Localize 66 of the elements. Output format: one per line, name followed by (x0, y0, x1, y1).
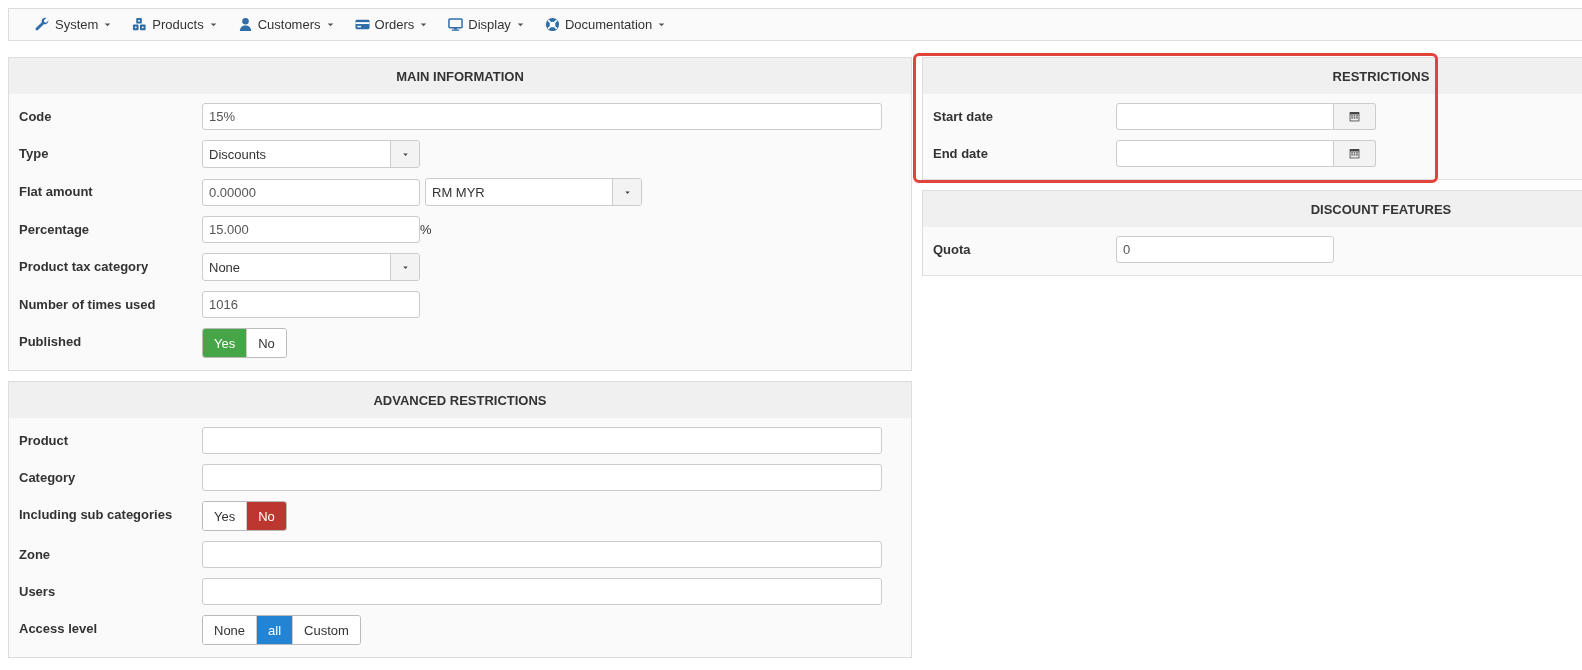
menu-item[interactable]: Display (448, 17, 525, 32)
field-label: Type (19, 145, 50, 161)
field-label: Start date (933, 108, 994, 124)
input-field[interactable] (202, 578, 882, 605)
caret-icon (325, 20, 335, 29)
toggle-option[interactable]: No (247, 502, 286, 530)
menu-item[interactable]: Customers (237, 17, 335, 32)
field-label: Users (19, 583, 57, 599)
calendar-icon (1348, 147, 1361, 160)
field-label: Product (19, 432, 70, 448)
toggle-option[interactable]: No (247, 329, 286, 357)
calendar-icon (1348, 110, 1361, 123)
field-label: Number of times used (19, 296, 157, 312)
credit-card-icon (354, 17, 370, 32)
input-field[interactable]: 0.00000 (202, 178, 420, 206)
menu-item[interactable]: Products (132, 17, 218, 32)
field-label: Published (19, 333, 83, 349)
wrench-icon (35, 17, 50, 32)
field-label: Product tax category (19, 258, 150, 274)
input-field[interactable] (1116, 103, 1334, 130)
caret-icon (657, 20, 667, 29)
caret-icon (515, 20, 525, 29)
unit-label: % (420, 222, 432, 237)
field-label: Zone (19, 546, 52, 562)
input-field[interactable] (202, 464, 882, 491)
life-ring-icon (544, 17, 560, 32)
input-field[interactable] (202, 427, 882, 454)
calendar-button[interactable] (1334, 140, 1376, 167)
input-field[interactable]: 0 (1116, 236, 1334, 263)
input-field[interactable]: 15.000 (202, 216, 420, 243)
field-label: Including sub categories (19, 506, 174, 522)
dropdown-button[interactable] (390, 141, 419, 167)
input-field[interactable] (202, 541, 882, 568)
toggle-option[interactable]: Yes (203, 502, 248, 530)
field-label: Quota (933, 241, 972, 257)
panel-title: RESTRICTIONS (1332, 68, 1430, 84)
select-field[interactable]: None (202, 253, 420, 281)
input-field[interactable]: 15% (202, 103, 882, 130)
monitor-icon (448, 17, 464, 32)
input-field[interactable]: 1016 (202, 291, 420, 318)
field-label: End date (933, 145, 989, 161)
panel-title: ADVANCED RESTRICTIONS (373, 392, 547, 408)
panel-title: DISCOUNT FEATURES (1310, 201, 1452, 217)
panel-title: MAIN INFORMATION (396, 68, 524, 84)
field-label: Code (19, 108, 53, 124)
menu-item[interactable]: System (35, 17, 113, 32)
toggle-option[interactable]: None (203, 616, 258, 644)
field-label: Category (19, 469, 77, 485)
cubes-icon (132, 17, 148, 32)
toggle-option[interactable]: all (257, 616, 294, 644)
field-label: Flat amount (19, 183, 94, 199)
toggle-option[interactable]: Custom (293, 616, 360, 644)
caret-icon (419, 20, 429, 29)
dropdown-button[interactable] (612, 179, 641, 205)
caret-icon (103, 20, 113, 29)
field-label: Percentage (19, 221, 91, 237)
dropdown-button[interactable] (390, 254, 419, 280)
select-field[interactable]: Discounts (202, 140, 420, 168)
field-label: Access level (19, 620, 99, 636)
menu-item[interactable]: Documentation (544, 17, 667, 32)
calendar-button[interactable] (1334, 103, 1376, 130)
menu-item[interactable]: Orders (354, 17, 429, 32)
caret-icon (208, 20, 218, 29)
user-icon (237, 17, 253, 32)
select-field[interactable]: RM MYR (425, 178, 642, 206)
input-field[interactable] (1116, 140, 1334, 167)
